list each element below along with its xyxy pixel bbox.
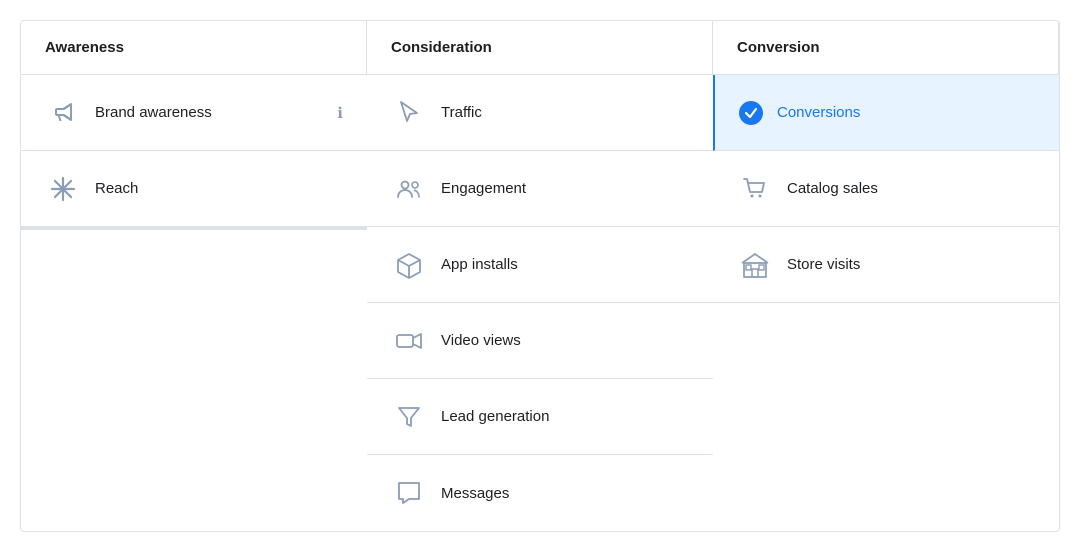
catalog-sales-label: Catalog sales [787,180,878,197]
messages-option[interactable]: Messages [367,455,713,531]
engagement-label: Engagement [441,180,526,197]
reach-label: Reach [95,180,138,197]
engagement-option[interactable]: Engagement [367,151,713,227]
conversion-column: Conversion Conversions [713,21,1059,531]
app-installs-icon [391,247,427,283]
store-visits-label: Store visits [787,256,860,273]
lead-generation-option[interactable]: Lead generation [367,379,713,455]
messages-icon [391,475,427,511]
reach-icon [45,171,81,207]
conversion-header: Conversion [713,21,1059,75]
consideration-column: Consideration Traffic [367,21,713,531]
app-installs-option[interactable]: App installs [367,227,713,303]
awareness-column: Awareness Brand awareness ℹ [21,21,367,531]
reach-option[interactable]: Reach [21,151,367,227]
awareness-header: Awareness [21,21,367,75]
traffic-label: Traffic [441,104,482,121]
traffic-option[interactable]: Traffic [367,75,713,151]
spacer3 [21,229,367,230]
video-views-option[interactable]: Video views [367,303,713,379]
lead-generation-icon [391,399,427,435]
store-visits-icon [737,247,773,283]
brand-awareness-option[interactable]: Brand awareness ℹ [21,75,367,151]
store-visits-option[interactable]: Store visits [713,227,1059,303]
video-views-label: Video views [441,332,521,349]
consideration-header: Consideration [367,21,713,75]
consideration-body: Traffic Engagement [367,75,713,531]
megaphone-icon [45,95,81,131]
conversions-label: Conversions [777,104,860,121]
campaign-objective-grid: Awareness Brand awareness ℹ [20,20,1060,532]
catalog-sales-option[interactable]: Catalog sales [713,151,1059,227]
brand-awareness-label: Brand awareness [95,104,212,121]
traffic-icon [391,95,427,131]
conversion-body: Conversions Catalog sales [713,75,1059,303]
conversions-check-icon [739,101,763,125]
brand-awareness-info-icon[interactable]: ℹ [337,104,343,122]
video-views-icon [391,323,427,359]
catalog-sales-icon [737,171,773,207]
awareness-body: Brand awareness ℹ Reach [21,75,367,230]
messages-label: Messages [441,485,509,502]
app-installs-label: App installs [441,256,518,273]
lead-generation-label: Lead generation [441,408,549,425]
conversions-option[interactable]: Conversions [713,75,1059,151]
engagement-icon [391,171,427,207]
